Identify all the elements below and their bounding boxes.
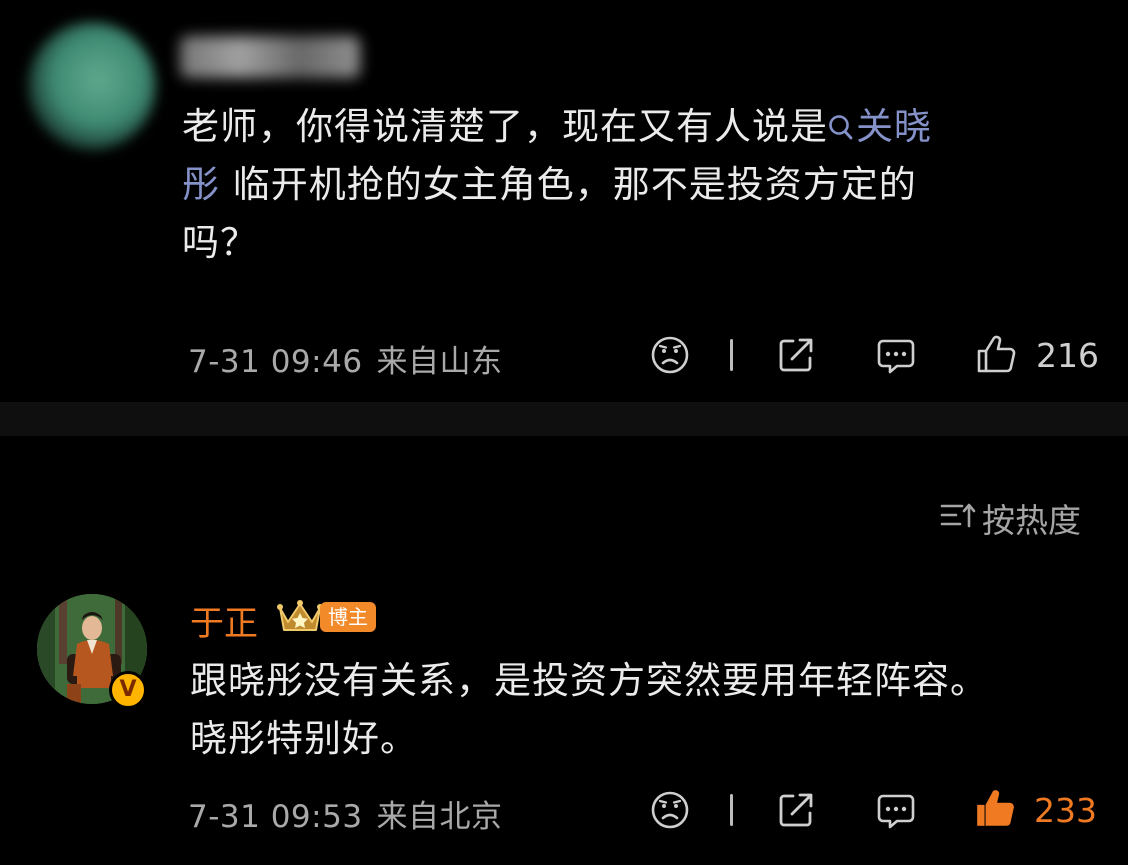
- sad-face-icon[interactable]: [650, 790, 690, 830]
- topic-link[interactable]: 关晓: [828, 105, 932, 148]
- author-badge: 博主: [320, 602, 376, 632]
- sad-face-icon[interactable]: [650, 335, 690, 375]
- sort-icon: [940, 499, 982, 538]
- reply-meta: 7-31 09:53 来自北京: [188, 791, 503, 836]
- verified-badge: V: [109, 671, 147, 709]
- reply-author-name[interactable]: 于正: [190, 596, 258, 645]
- reply-location: 来自北京: [376, 799, 503, 835]
- action-separator: [730, 794, 733, 826]
- comment-location: 来自山东: [376, 344, 503, 380]
- comment-text-line-3: 吗？: [182, 221, 258, 264]
- section-divider: [0, 402, 1128, 436]
- comment-time: 7-31 09:46: [188, 344, 363, 380]
- reply-like-count: 233: [1034, 791, 1097, 830]
- reply-time: 7-31 09:53: [188, 799, 363, 835]
- crown-icon: [276, 596, 324, 640]
- reply-text-line-2: 晓彤特别好。: [190, 717, 418, 760]
- sort-button[interactable]: 按热度: [940, 494, 1081, 542]
- thumbs-up-icon-liked[interactable]: [973, 786, 1017, 830]
- thumbs-up-icon[interactable]: [975, 333, 1017, 375]
- comment-meta: 7-31 09:46 来自山东: [188, 336, 503, 381]
- search-icon: [828, 101, 854, 159]
- like-count: 216: [1036, 336, 1099, 375]
- reply-text: 跟晓彤没有关系，是投资方突然要用年轻阵容。 晓彤特别好。: [190, 652, 988, 768]
- comment-icon[interactable]: [875, 335, 917, 377]
- action-separator: [730, 339, 733, 371]
- share-icon[interactable]: [776, 790, 816, 830]
- reply-text-line-1: 跟晓彤没有关系，是投资方突然要用年轻阵容。: [190, 659, 988, 702]
- sort-label: 按热度: [982, 501, 1081, 540]
- comment-icon[interactable]: [875, 790, 917, 832]
- commenter-name-blurred[interactable]: [180, 36, 360, 78]
- topic-link-continued[interactable]: 彤: [182, 163, 220, 206]
- commenter-avatar[interactable]: [28, 22, 156, 150]
- comment-text-line-1: 老师，你得说清楚了，现在又有人说是 关晓: [182, 98, 932, 159]
- share-icon[interactable]: [776, 335, 816, 375]
- comment-text-line-2: 彤 临开机抢的女主角色，那不是投资方定的: [182, 163, 917, 206]
